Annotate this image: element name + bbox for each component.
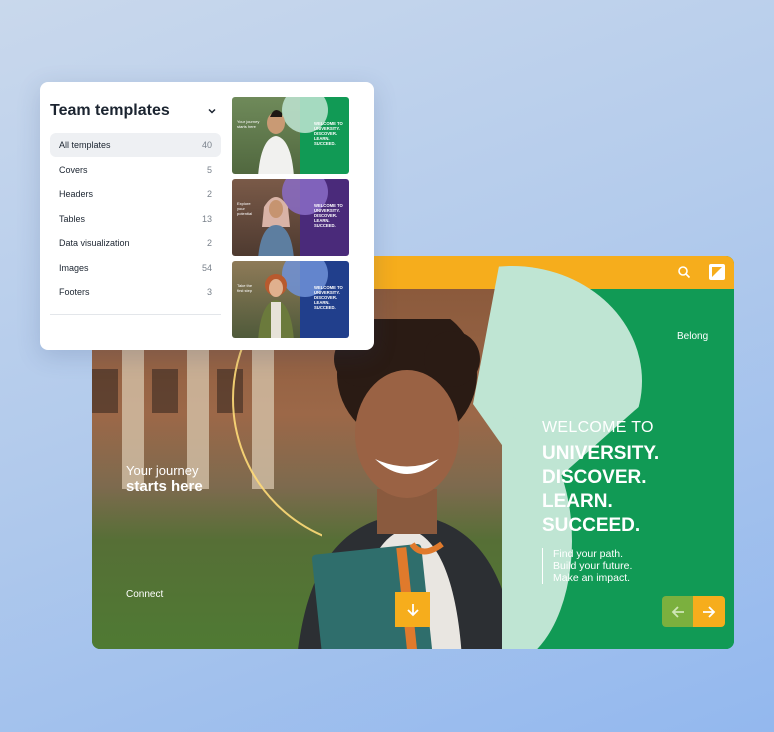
welcome-heading: WELCOME TO xyxy=(542,419,654,436)
arrow-left-icon xyxy=(671,605,684,618)
student-figure xyxy=(258,197,294,256)
category-count: 3 xyxy=(206,287,212,297)
category-headers[interactable]: Headers 2 xyxy=(50,182,221,206)
category-all-templates[interactable]: All templates 40 xyxy=(50,133,221,157)
team-templates-panel: Team templates All templates 40 Covers 5… xyxy=(40,82,374,350)
thumbnail-right-text: WELCOME TO UNIVERSITY. DISCOVER. LEARN. … xyxy=(314,121,343,146)
thumbnail-left-text: Your journey starts here xyxy=(237,119,260,129)
thumbnail-left-text: Take the first step xyxy=(237,283,253,293)
connect-link[interactable]: Connect xyxy=(126,589,163,600)
scroll-down-button[interactable] xyxy=(395,592,430,627)
previous-button[interactable] xyxy=(662,596,693,627)
journey-text: Your journey starts here xyxy=(126,463,203,495)
category-data-visualization[interactable]: Data visualization 2 xyxy=(50,231,221,255)
journey-line2: starts here xyxy=(126,478,203,495)
category-count: 2 xyxy=(206,238,212,248)
category-images[interactable]: Images 54 xyxy=(50,256,221,280)
category-label: Covers xyxy=(59,164,88,175)
headline-line: SUCCEED. xyxy=(542,515,641,536)
sub-line: Find your path. xyxy=(553,548,624,560)
main-headline: UNIVERSITY. DISCOVER. LEARN. SUCCEED. xyxy=(542,442,659,538)
thumbnail-right-text: WELCOME TO UNIVERSITY. DISCOVER. LEARN. … xyxy=(314,203,343,228)
template-thumbnail[interactable]: Explore your potential WELCOME TO UNIVER… xyxy=(232,179,349,256)
thumbnail-right-text: WELCOME TO UNIVERSITY. DISCOVER. LEARN. … xyxy=(314,285,343,310)
logo-icon[interactable] xyxy=(709,264,725,280)
category-count: 5 xyxy=(206,164,212,175)
category-label: Tables xyxy=(59,213,86,224)
arrow-down-icon xyxy=(406,603,419,616)
belong-link[interactable]: Belong xyxy=(677,331,708,342)
arrow-right-icon xyxy=(703,605,716,618)
category-footers[interactable]: Footers 3 xyxy=(50,280,221,304)
category-count: 13 xyxy=(201,213,212,224)
thumbnail-left-text: Explore your potential xyxy=(237,201,253,216)
category-tables[interactable]: Tables 13 xyxy=(50,207,221,231)
category-label: Images xyxy=(59,262,89,273)
template-thumbnail[interactable]: Your journey starts here WELCOME TO UNIV… xyxy=(232,97,349,174)
category-count: 40 xyxy=(201,140,212,150)
search-icon[interactable] xyxy=(677,265,691,279)
journey-line1: Your journey xyxy=(126,463,199,478)
category-label: Footers xyxy=(59,287,90,297)
student-figure xyxy=(258,274,294,338)
student-figure xyxy=(258,110,294,174)
chevron-down-icon[interactable] xyxy=(206,105,218,117)
headline-line: DISCOVER. xyxy=(542,467,647,488)
subheadline: Find your path. Build your future. Make … xyxy=(542,548,632,584)
category-label: All templates xyxy=(59,140,111,150)
category-label: Data visualization xyxy=(59,238,130,248)
sub-line: Build your future. xyxy=(553,560,633,572)
headline-line: UNIVERSITY. xyxy=(542,443,660,464)
category-count: 54 xyxy=(201,262,212,273)
template-thumbnail[interactable]: Take the first step WELCOME TO UNIVERSIT… xyxy=(232,261,349,338)
next-button[interactable] xyxy=(693,596,725,627)
sub-line: Make an impact. xyxy=(553,572,631,584)
category-count: 2 xyxy=(206,189,212,199)
category-covers[interactable]: Covers 5 xyxy=(50,158,221,182)
category-label: Headers xyxy=(59,189,94,199)
category-list: All templates 40 Covers 5 Headers 2 Tabl… xyxy=(50,133,221,305)
headline-line: LEARN. xyxy=(542,491,613,512)
panel-title: Team templates xyxy=(50,102,170,119)
divider xyxy=(50,314,221,315)
